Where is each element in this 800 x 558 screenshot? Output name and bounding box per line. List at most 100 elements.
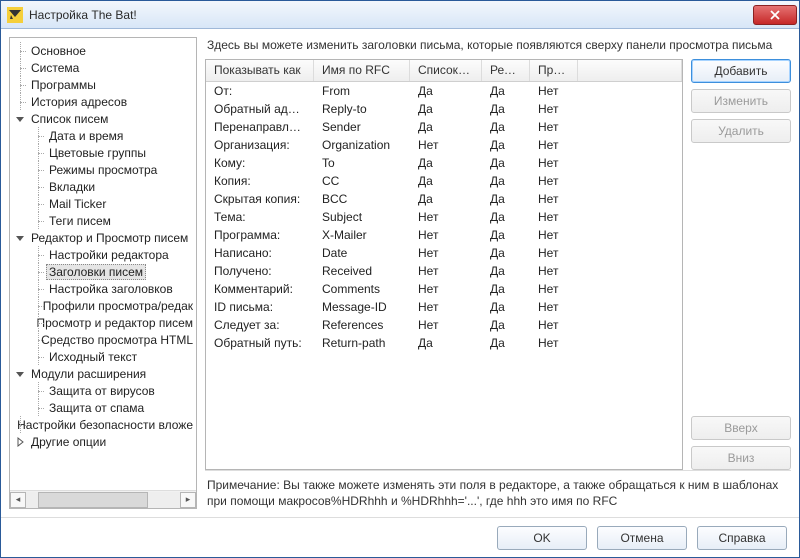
table-cell: Нет bbox=[530, 102, 578, 116]
tree-connector bbox=[32, 195, 46, 212]
move-down-button[interactable]: Вниз bbox=[691, 446, 791, 470]
tree-connector bbox=[14, 93, 28, 110]
expander-icon[interactable] bbox=[14, 232, 26, 244]
table-cell: Нет bbox=[410, 210, 482, 224]
tree-item[interactable]: Цветовые группы bbox=[32, 144, 196, 161]
table-row[interactable]: Обратный путь:Return-pathДаДаНет bbox=[206, 334, 682, 352]
table-row[interactable]: ID письма:Message-IDНетДаНет bbox=[206, 298, 682, 316]
tree-item[interactable]: Заголовки писем bbox=[32, 263, 196, 280]
expander-icon[interactable] bbox=[14, 436, 26, 448]
table-row[interactable]: Получено:ReceivedНетДаНет bbox=[206, 262, 682, 280]
table-cell: X-Mailer bbox=[314, 228, 410, 242]
table-row[interactable]: Написано:DateНетДаНет bbox=[206, 244, 682, 262]
table-cell: Программа: bbox=[206, 228, 314, 242]
tree-item[interactable]: Режимы просмотра bbox=[32, 161, 196, 178]
table-cell: Comments bbox=[314, 282, 410, 296]
tree-item[interactable]: Система bbox=[14, 59, 196, 76]
table-body[interactable]: От:FromДаДаНетОбратный адр…Reply-toДаДаН… bbox=[206, 82, 682, 468]
edit-button[interactable]: Изменить bbox=[691, 89, 791, 113]
scroll-thumb[interactable] bbox=[38, 492, 148, 508]
tree-item[interactable]: Mail Ticker bbox=[32, 195, 196, 212]
table-row[interactable]: Тема:SubjectНетДаНет bbox=[206, 208, 682, 226]
table-header[interactable]: Показывать какИмя по RFCСписок а…Ред…Пр… bbox=[206, 60, 682, 82]
column-header[interactable]: Список а… bbox=[410, 60, 482, 81]
nav-tree-pane: ОсновноеСистемаПрограммыИстория адресовС… bbox=[9, 37, 197, 509]
tree-item[interactable]: Список писем bbox=[14, 110, 196, 127]
tree-item[interactable]: Профили просмотра/редак bbox=[32, 297, 196, 314]
table-cell: To bbox=[314, 156, 410, 170]
tree-item[interactable]: Программы bbox=[14, 76, 196, 93]
cancel-button[interactable]: Отмена bbox=[597, 526, 687, 550]
move-up-button[interactable]: Вверх bbox=[691, 416, 791, 440]
tree-item[interactable]: Защита от вирусов bbox=[32, 382, 196, 399]
tree-item[interactable]: Дата и время bbox=[32, 127, 196, 144]
tree-connector bbox=[32, 314, 34, 331]
tree-item[interactable]: Настройки безопасности вложе bbox=[14, 416, 196, 433]
expander-icon[interactable] bbox=[14, 368, 26, 380]
table-cell: Date bbox=[314, 246, 410, 260]
tree-connector bbox=[32, 263, 46, 280]
headers-table: Показывать какИмя по RFCСписок а…Ред…Пр…… bbox=[205, 59, 683, 469]
table-cell: Скрытая копия: bbox=[206, 192, 314, 206]
tree-item[interactable]: Теги писем bbox=[32, 212, 196, 229]
close-button[interactable] bbox=[753, 5, 797, 25]
tree-item[interactable]: Модули расширения bbox=[14, 365, 196, 382]
tree-item[interactable]: Настройки редактора bbox=[32, 246, 196, 263]
tree-item[interactable]: Исходный текст bbox=[32, 348, 196, 365]
table-row[interactable]: Кому:ToДаДаНет bbox=[206, 154, 682, 172]
table-cell: Тема: bbox=[206, 210, 314, 224]
table-cell: Кому: bbox=[206, 156, 314, 170]
settings-window: Настройка The Bat! ОсновноеСистемаПрогра… bbox=[0, 0, 800, 558]
table-cell: Нет bbox=[530, 318, 578, 332]
ok-button[interactable]: OK bbox=[497, 526, 587, 550]
tree-item[interactable]: Редактор и Просмотр писем bbox=[14, 229, 196, 246]
tree-hscrollbar[interactable]: ◂ ▸ bbox=[10, 490, 196, 508]
delete-button[interactable]: Удалить bbox=[691, 119, 791, 143]
tree-connector bbox=[32, 280, 46, 297]
table-row[interactable]: Комментарий:CommentsНетДаНет bbox=[206, 280, 682, 298]
scroll-right-button[interactable]: ▸ bbox=[180, 492, 196, 508]
table-row[interactable]: Организация:OrganizationНетДаНет bbox=[206, 136, 682, 154]
table-row[interactable]: Копия:CCДаДаНет bbox=[206, 172, 682, 190]
tree-connector bbox=[32, 127, 46, 144]
table-row[interactable]: Обратный адр…Reply-toДаДаНет bbox=[206, 100, 682, 118]
add-button[interactable]: Добавить bbox=[691, 59, 791, 83]
table-row[interactable]: Перенаправле…SenderДаДаНет bbox=[206, 118, 682, 136]
tree-item[interactable]: Вкладки bbox=[32, 178, 196, 195]
table-row[interactable]: Скрытая копия:BCCДаДаНет bbox=[206, 190, 682, 208]
tree-item[interactable]: Основное bbox=[14, 42, 196, 59]
scroll-left-button[interactable]: ◂ bbox=[10, 492, 26, 508]
table-cell: Обратный путь: bbox=[206, 336, 314, 350]
tree-item-label: Дата и время bbox=[46, 128, 126, 144]
table-cell: ID письма: bbox=[206, 300, 314, 314]
column-header[interactable]: Имя по RFC bbox=[314, 60, 410, 81]
table-cell: Нет bbox=[410, 264, 482, 278]
column-header[interactable]: Пр… bbox=[530, 60, 578, 81]
table-cell: Копия: bbox=[206, 174, 314, 188]
tree-item-label: Настройка заголовков bbox=[46, 281, 176, 297]
table-cell: Нет bbox=[530, 228, 578, 242]
table-cell: Нет bbox=[530, 156, 578, 170]
table-cell: BCC bbox=[314, 192, 410, 206]
table-row[interactable]: Следует за:ReferencesНетДаНет bbox=[206, 316, 682, 334]
tree-connector bbox=[32, 382, 46, 399]
expander-icon[interactable] bbox=[14, 113, 26, 125]
table-row[interactable]: Программа:X-MailerНетДаНет bbox=[206, 226, 682, 244]
table-row[interactable]: От:FromДаДаНет bbox=[206, 82, 682, 100]
tree-item[interactable]: История адресов bbox=[14, 93, 196, 110]
nav-tree[interactable]: ОсновноеСистемаПрограммыИстория адресовС… bbox=[10, 38, 196, 490]
table-cell: Да bbox=[482, 228, 530, 242]
help-button[interactable]: Справка bbox=[697, 526, 787, 550]
tree-item[interactable]: Средство просмотра HTML bbox=[32, 331, 196, 348]
titlebar[interactable]: Настройка The Bat! bbox=[1, 1, 799, 29]
tree-item[interactable]: Другие опции bbox=[14, 433, 196, 450]
tree-connector bbox=[14, 59, 28, 76]
table-cell: Нет bbox=[530, 192, 578, 206]
column-header[interactable]: Ред… bbox=[482, 60, 530, 81]
scroll-track[interactable] bbox=[26, 492, 180, 508]
tree-item[interactable]: Просмотр и редактор писем bbox=[32, 314, 196, 331]
column-header[interactable]: Показывать как bbox=[206, 60, 314, 81]
tree-item-label: Заголовки писем bbox=[46, 264, 146, 280]
tree-item[interactable]: Настройка заголовков bbox=[32, 280, 196, 297]
tree-item[interactable]: Защита от спама bbox=[32, 399, 196, 416]
